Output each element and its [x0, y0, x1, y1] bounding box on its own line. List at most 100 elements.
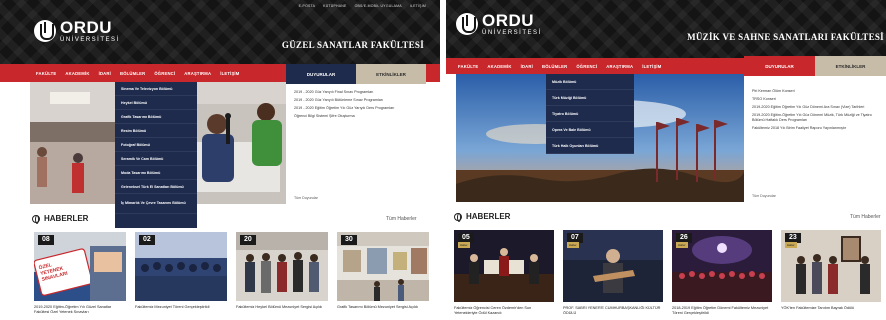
dropdown-item[interactable]: Türk Müziği Bölümü	[546, 90, 634, 106]
news-date: 30	[341, 235, 357, 245]
tabs: DUYURULAR ETKİNLİKLER	[744, 56, 886, 76]
nav-item-iletisim[interactable]: İLETİŞİM	[642, 64, 661, 69]
news-cards: ÖZEL YETENEK SINAVLARI 08 2019-2020 Eğit…	[34, 232, 429, 317]
dropdown-item[interactable]: Geleneksel Türk El Sanatları Bölümü	[115, 180, 197, 194]
logo-name: ORDU	[60, 18, 113, 37]
top-link-contact[interactable]: İLETİŞİM	[410, 4, 426, 8]
news-caption: PROF. SABRİ YENER'E CUMHURBAŞKANLIĞI KÜL…	[563, 306, 661, 315]
top-link-email[interactable]: E-POSTA	[299, 4, 316, 8]
dropdown-item[interactable]: Fotoğraf Bölümü	[115, 138, 197, 152]
screenshot: E-POSTA KÜTÜPHANE OBS/E-MOBİL UYGULAMA İ…	[0, 0, 886, 320]
announcement-item[interactable]: 2019 - 2020 Güz Yarıyılı Final Sınav Pro…	[286, 90, 426, 95]
news-image: 30	[337, 232, 429, 301]
dropdown-item[interactable]: Resim Bölümü	[115, 124, 197, 138]
news-heading: HABERLER	[454, 212, 510, 222]
nav-item-ogrenci[interactable]: ÖĞRENCİ	[154, 71, 175, 76]
all-news-link[interactable]: Tüm Haberler	[850, 214, 881, 220]
news-caption: Fakültemiz Heykel Bölümü Mezuniyet Sergi…	[236, 305, 323, 309]
globe-icon	[32, 214, 40, 224]
news-caption: YÖK'ten Fakültemize Tanıtım Bayrak Ödülü	[781, 306, 855, 310]
news-heading-text: HABERLER	[44, 214, 89, 223]
site-header: ORDU ÜNİVERSİTESİ MÜZİK VE SAHNE SANATLA…	[446, 0, 886, 64]
nav-item-idari[interactable]: İDARİ	[521, 64, 533, 69]
top-links: E-POSTA KÜTÜPHANE OBS/E-MOBİL UYGULAMA İ…	[299, 4, 426, 8]
faculty-title: MÜZİK VE SAHNE SANATLARI FAKÜLTESİ	[687, 32, 884, 42]
news-tag: Haber	[676, 242, 688, 248]
departments-dropdown: Müzik Bölümü Türk Müziği Bölümü Tiyatro …	[546, 74, 634, 154]
news-card[interactable]: 30 Grafik Tasarımı Bölümü Mezuniyet Serg…	[337, 232, 429, 317]
university-logo[interactable]: ORDU ÜNİVERSİTESİ	[34, 19, 120, 43]
dropdown-item[interactable]: Grafik Tasarımı Bölümü	[115, 110, 197, 124]
news-card[interactable]: 23 Haber YÖK'ten Fakültemize Tanıtım Bay…	[781, 230, 881, 318]
logo-sub: ÜNİVERSİTESİ	[60, 37, 120, 43]
site-header: E-POSTA KÜTÜPHANE OBS/E-MOBİL UYGULAMA İ…	[0, 0, 440, 64]
all-news-link[interactable]: Tüm Haberler	[386, 216, 417, 222]
announcement-item[interactable]: 2019 - 2020 Güz Yarıyılı Bütünleme Sınav…	[286, 98, 426, 103]
tab-announcements[interactable]: DUYURULAR	[744, 56, 815, 76]
announcement-item[interactable]: Piri Kerman Ölüm Konseri	[744, 89, 886, 94]
top-link-obs[interactable]: OBS/E-MOBİL UYGULAMA	[355, 4, 402, 8]
news-date: 02	[139, 235, 155, 245]
all-announcements-link[interactable]: Tüm Duyurular	[752, 194, 776, 198]
news-card[interactable]: 07 Haber PROF. SABRİ YENER'E CUMHURBAŞKA…	[563, 230, 663, 318]
news-image: 07 Haber	[563, 230, 663, 302]
faculty-title: GÜZEL SANATLAR FAKÜLTESİ	[281, 40, 424, 50]
nav-item-iletisim[interactable]: İLETİŞİM	[220, 71, 239, 76]
announcement-item[interactable]: TRSO Konseri	[744, 97, 886, 102]
nav-item-bolumler[interactable]: BÖLÜMLER	[542, 64, 567, 69]
dropdown-item[interactable]: Seramik Ve Cam Bölümü	[115, 152, 197, 166]
announcement-item[interactable]: Fakültemiz 2018 Yılı Birim Faaliyet Rapo…	[744, 126, 886, 131]
announcement-item[interactable]: 2019-2020 Eğitim Öğretim Yılı Güz Dönemi…	[744, 105, 886, 110]
news-card[interactable]: 05 Haber Fakültemiz Öğrencisi Ceren Özde…	[454, 230, 554, 318]
news-card[interactable]: 20 Fakültemiz Heykel Bölümü Mezuniyet Se…	[236, 232, 328, 317]
tabs: DUYURULAR ETKİNLİKLER	[286, 64, 426, 84]
dropdown-item[interactable]: İç Mimarlık Ve Çevre Tasarımı Bölümü	[115, 194, 197, 214]
news-caption: 2018-2019 Eğitim Öğretim Dönemi Fakültem…	[672, 306, 769, 315]
news-caption: Fakültemiz Mezuniyet Töreni Gerçekleştir…	[135, 305, 210, 309]
nav-item-arastirma[interactable]: ARAŞTIRMA	[606, 64, 633, 69]
university-logo[interactable]: ORDU ÜNİVERSİTESİ	[456, 12, 542, 36]
announcements-list: Piri Kerman Ölüm Konseri TRSO Konseri 20…	[744, 76, 886, 202]
nav-item-fakulte[interactable]: FAKÜLTE	[36, 71, 56, 76]
dropdown-item[interactable]: Sinema Ve Televizyon Bölümü	[115, 82, 197, 96]
nav-item-ogrenci[interactable]: ÖĞRENCİ	[576, 64, 597, 69]
dropdown-item[interactable]: Heykel Bölümü	[115, 96, 197, 110]
globe-icon	[454, 212, 462, 222]
announcement-item[interactable]: 2019 - 2020 Eğitim Öğretim Yılı Güz Yarı…	[286, 106, 426, 111]
news-image: ÖZEL YETENEK SINAVLARI 08	[34, 232, 126, 301]
university-emblem-icon	[456, 13, 478, 35]
news-date: 08	[38, 235, 54, 245]
news-tag: Haber	[567, 242, 579, 248]
tab-events[interactable]: ETKİNLİKLER	[356, 64, 426, 84]
announcement-item[interactable]: 2019-2020 Eğitim-Öğretim Yılı Güz Dönemi…	[744, 113, 886, 123]
dropdown-item[interactable]: Opera Ve Bale Bölümü	[546, 122, 634, 138]
top-link-library[interactable]: KÜTÜPHANE	[323, 4, 346, 8]
dropdown-item[interactable]: Müzik Bölümü	[546, 74, 634, 90]
news-heading: HABERLER	[32, 214, 89, 224]
nav-item-akademik[interactable]: AKADEMİK	[65, 71, 89, 76]
nav-item-akademik[interactable]: AKADEMİK	[487, 64, 511, 69]
nav-item-fakulte[interactable]: FAKÜLTE	[458, 64, 478, 69]
logo-name: ORDU	[482, 11, 535, 30]
tab-events[interactable]: ETKİNLİKLER	[815, 56, 886, 76]
nav-item-bolumler[interactable]: BÖLÜMLER	[120, 71, 145, 76]
dropdown-item[interactable]: Moda Tasarımı Bölümü	[115, 166, 197, 180]
announcement-item[interactable]: Öğrenci Bilgi Sistemi Şifre Oluşturma	[286, 114, 426, 119]
news-card[interactable]: 02 Fakültemiz Mezuniyet Töreni Gerçekleş…	[135, 232, 227, 317]
dropdown-item[interactable]: Türk Halk Oyunları Bölümü	[546, 138, 634, 154]
news-image: 02	[135, 232, 227, 301]
tab-announcements[interactable]: DUYURULAR	[286, 64, 356, 84]
news-image: 20	[236, 232, 328, 301]
news-card[interactable]: 26 Haber 2018-2019 Eğitim Öğretim Dönemi…	[672, 230, 772, 318]
nav-item-idari[interactable]: İDARİ	[99, 71, 111, 76]
news-caption: Fakültemiz Öğrencisi Ceren Özdemir'den S…	[454, 306, 532, 315]
gsf-page: E-POSTA KÜTÜPHANE OBS/E-MOBİL UYGULAMA İ…	[0, 0, 440, 320]
news-card[interactable]: ÖZEL YETENEK SINAVLARI 08 2019-2020 Eğit…	[34, 232, 126, 317]
all-announcements-link[interactable]: Tüm Duyurular	[294, 196, 318, 200]
nav-item-arastirma[interactable]: ARAŞTIRMA	[184, 71, 211, 76]
news-image: 23 Haber	[781, 230, 881, 302]
news-cards: 05 Haber Fakültemiz Öğrencisi Ceren Özde…	[454, 230, 881, 318]
news-caption: 2019-2020 Eğitim-Öğretim Yılı Güzel Sana…	[34, 305, 112, 314]
dropdown-item[interactable]: Tiyatro Bölümü	[546, 106, 634, 122]
departments-dropdown: Sinema Ve Televizyon Bölümü Heykel Bölüm…	[115, 82, 197, 228]
